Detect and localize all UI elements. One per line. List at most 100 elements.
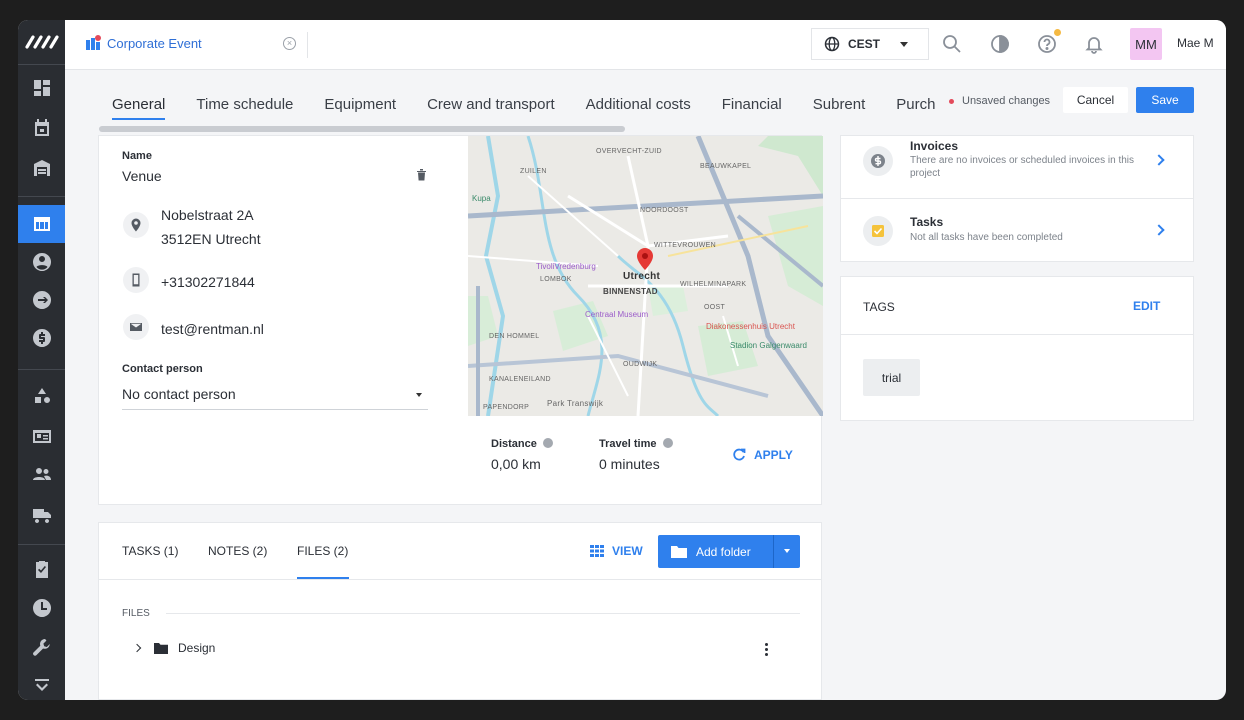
folder-icon xyxy=(671,546,687,558)
sync-icon xyxy=(32,291,51,309)
tab-subrent[interactable]: Subrent xyxy=(813,96,866,120)
map-label-park-transwijk: Park Transwijk xyxy=(547,399,604,408)
map-label-wittevrouwen: WITTEVROUWEN xyxy=(654,242,716,249)
tab-notes[interactable]: NOTES (2) xyxy=(208,544,267,558)
tab-purchases[interactable]: Purch xyxy=(896,96,935,120)
cancel-button[interactable]: Cancel xyxy=(1063,87,1128,113)
sidebar-item-tasks[interactable] xyxy=(18,550,65,588)
clipboard-check-icon xyxy=(35,561,48,578)
timer-icon[interactable] xyxy=(988,32,1012,56)
sidebar-item-projects[interactable] xyxy=(18,205,65,243)
sidebar-item-sync[interactable] xyxy=(18,281,65,319)
tabs-scrollbar[interactable] xyxy=(99,126,625,132)
map-pin-icon[interactable] xyxy=(637,248,653,270)
tags-edit-button[interactable]: EDIT xyxy=(1133,299,1160,313)
project-tab[interactable]: Corporate Event xyxy=(85,35,202,51)
dashboard-icon xyxy=(33,80,50,96)
phone-number[interactable]: +31302271844 xyxy=(161,274,255,290)
app-window: Corporate Event × CEST MM Mae M General … xyxy=(18,20,1226,700)
invoices-card[interactable]: Invoices There are no invoices or schedu… xyxy=(840,135,1194,199)
sidebar-item-calendar[interactable] xyxy=(18,109,65,147)
close-tab-icon[interactable]: × xyxy=(283,37,296,50)
folder-name: Design xyxy=(178,641,216,655)
globe-icon xyxy=(824,36,840,52)
sidebar-item-crew[interactable] xyxy=(18,417,65,455)
venue-card: Name Venue Nobelstraat 2A 3512EN Utrecht… xyxy=(98,135,823,505)
contact-person-select[interactable]: No contact person xyxy=(122,380,428,410)
top-bar: Corporate Event × CEST MM Mae M xyxy=(65,20,1226,70)
tasks-title: Tasks xyxy=(910,215,944,229)
tab-additional-costs[interactable]: Additional costs xyxy=(586,96,691,120)
travel-time-value: 0 minutes xyxy=(599,456,660,472)
bell-icon[interactable] xyxy=(1082,32,1106,56)
tab-equipment[interactable]: Equipment xyxy=(324,96,396,120)
sidebar-item-more[interactable] xyxy=(18,668,65,700)
map-label-tivoli: TivoliVredenburg xyxy=(536,262,596,271)
apply-button[interactable]: APPLY xyxy=(732,448,793,462)
map-label-kanaleneiland: KANALENEILAND xyxy=(489,376,551,383)
calendar-icon xyxy=(34,119,49,136)
sidebar-item-users[interactable] xyxy=(18,455,65,493)
chevron-right-icon[interactable] xyxy=(132,643,142,653)
caret-down-icon[interactable] xyxy=(784,549,790,553)
sidebar-item-time[interactable] xyxy=(18,589,65,627)
sidebar-item-transport[interactable] xyxy=(18,495,65,533)
tabs-bar: General Time schedule Equipment Crew and… xyxy=(65,71,1226,135)
caret-down-icon xyxy=(416,393,422,397)
info-icon[interactable] xyxy=(542,438,553,448)
more-vertical-icon[interactable] xyxy=(765,643,769,656)
folder-icon xyxy=(154,642,168,654)
tag-chip[interactable]: trial xyxy=(863,359,920,396)
location-pin-icon xyxy=(123,212,149,238)
sidebar-item-dashboard[interactable] xyxy=(18,69,65,107)
mail-icon xyxy=(123,314,149,340)
distance-value: 0,00 km xyxy=(491,456,541,472)
tab-financial[interactable]: Financial xyxy=(722,96,782,120)
rentman-logo[interactable] xyxy=(18,30,65,54)
projects-table-icon xyxy=(33,217,50,231)
search-icon[interactable] xyxy=(940,32,964,56)
save-button[interactable]: Save xyxy=(1136,87,1194,113)
map-label-noordoost: NOORDOOST xyxy=(640,207,689,214)
map-label-overvecht: OVERVECHT-ZUID xyxy=(596,148,662,155)
timezone-select[interactable]: CEST xyxy=(811,28,929,60)
tab-crew-and-transport[interactable]: Crew and transport xyxy=(427,96,555,120)
phone-icon xyxy=(123,267,149,293)
info-icon[interactable] xyxy=(662,438,673,448)
trash-icon[interactable] xyxy=(416,168,427,181)
map-label-den-hommel: DEN HOMMEL xyxy=(489,333,540,340)
sidebar-item-equipment[interactable] xyxy=(18,377,65,415)
unsaved-text: Unsaved changes xyxy=(962,95,1051,107)
chevron-right-icon xyxy=(1153,154,1165,166)
folder-row[interactable]: Design xyxy=(132,641,216,655)
venue-name[interactable]: Venue xyxy=(122,168,162,184)
add-folder-button[interactable]: Add folder xyxy=(658,535,800,568)
tags-card: TAGS EDIT trial xyxy=(840,276,1194,421)
dollar-icon xyxy=(863,146,893,176)
user-name[interactable]: Mae M xyxy=(1177,36,1214,50)
sidebar-item-contacts[interactable] xyxy=(18,243,65,281)
project-icon xyxy=(86,35,101,50)
map-label-papendorp: PAPENDORP xyxy=(483,404,530,411)
map-label-lombok: LOMBOK xyxy=(540,276,572,283)
caret-down-icon xyxy=(900,42,908,47)
avatar[interactable]: MM xyxy=(1130,28,1162,60)
tab-tasks[interactable]: TASKS (1) xyxy=(122,544,178,558)
help-icon[interactable] xyxy=(1035,29,1061,56)
sidebar-item-warehouse[interactable] xyxy=(18,149,65,187)
map-label-utrecht: Utrecht xyxy=(623,271,661,282)
grid-icon xyxy=(590,545,604,557)
tasks-card[interactable]: Tasks Not all tasks have been completed xyxy=(840,198,1194,262)
sidebar-item-settings[interactable] xyxy=(18,629,65,667)
tab-time-schedule[interactable]: Time schedule xyxy=(196,96,293,120)
tab-general[interactable]: General xyxy=(112,96,166,120)
tasks-desc: Not all tasks have been completed xyxy=(910,232,1063,243)
sidebar-item-finance[interactable] xyxy=(18,319,65,357)
map-label-oudwijk: OUDWIJK xyxy=(623,361,658,368)
tab-files[interactable]: FILES (2) xyxy=(297,544,348,558)
view-button[interactable]: VIEW xyxy=(590,544,643,558)
venue-map[interactable]: ZUILEN BEAUWKAPEL NOORDOOST Utrecht BINN… xyxy=(468,136,823,416)
email-address[interactable]: test@rentman.nl xyxy=(161,321,264,337)
travel-time-label: Travel time xyxy=(599,438,673,450)
warehouse-icon xyxy=(33,160,50,176)
